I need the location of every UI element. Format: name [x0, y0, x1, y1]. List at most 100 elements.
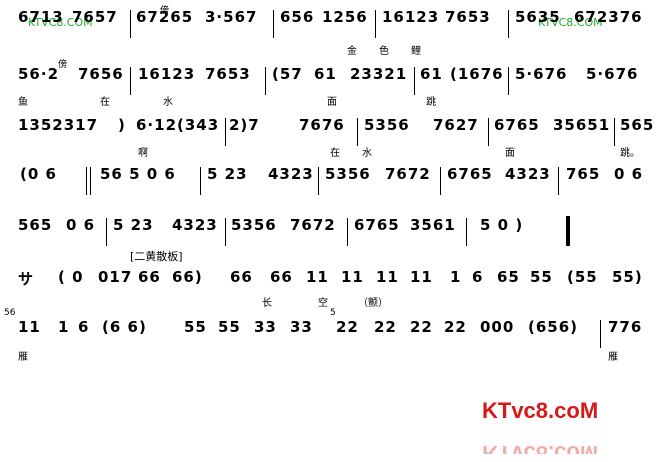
note-group: 5356	[325, 165, 371, 183]
note-group: 55)	[612, 268, 643, 286]
section-label: [二黄散板]	[130, 250, 183, 263]
lyric-char: 雁	[608, 352, 618, 363]
note-group: 656	[280, 8, 315, 26]
note-group: 3·567	[205, 8, 258, 26]
note-group: 6765	[494, 116, 540, 134]
ornament-marker: 傍	[58, 60, 68, 70]
note-group: 7627	[433, 116, 479, 134]
ktvc8-logo: KTvc8.coM KTvc8.coM	[482, 398, 598, 454]
note-group: 11	[376, 268, 399, 286]
note-group: 672376	[574, 8, 643, 26]
note-group: (55	[567, 268, 598, 286]
note-group: 776	[608, 318, 643, 336]
note-group: (57	[272, 65, 303, 83]
note-group: 7653	[205, 65, 251, 83]
note-group: 6713	[18, 8, 64, 26]
note-group: 565	[620, 116, 655, 134]
grace-note: 5	[330, 308, 336, 318]
note-group: )	[118, 116, 126, 134]
barline	[488, 118, 489, 146]
barline	[347, 218, 348, 246]
note-group: 6	[78, 318, 90, 336]
barline	[130, 10, 131, 38]
lyric-char: 鲤	[411, 46, 421, 57]
logo-text: KTvc8.coM	[482, 398, 598, 423]
note-group: 66	[138, 268, 161, 286]
note-group: 55	[530, 268, 553, 286]
barline	[414, 67, 415, 95]
lyric-char: 面	[327, 97, 337, 108]
barline	[225, 118, 226, 146]
note-group: 4323	[268, 165, 314, 183]
note-group: 1	[58, 318, 70, 336]
note-group: 22	[410, 318, 433, 336]
note-group: ( 0	[58, 268, 84, 286]
lyric-char: 长	[262, 298, 272, 309]
barline	[225, 218, 226, 246]
lyric-char: 水	[362, 148, 372, 159]
note-group: 017	[98, 268, 133, 286]
score-line-3: 1352317 ) 6·12(343 2)7 7676 5356 7627 67…	[0, 116, 661, 159]
note-group: 66	[270, 268, 293, 286]
barline	[508, 67, 509, 95]
note-group: 4323	[172, 216, 218, 234]
note-group: 1352317	[18, 116, 99, 134]
grace-note: 56	[4, 308, 16, 318]
lyric-char: 跳。	[620, 148, 640, 159]
note-group: 5 23	[207, 165, 248, 183]
note-group: 55	[184, 318, 207, 336]
note-group: (6 6)	[102, 318, 147, 336]
note-group: 22	[444, 318, 467, 336]
note-group: 0 6	[66, 216, 96, 234]
note-group: 65	[497, 268, 520, 286]
note-group: (656)	[528, 318, 579, 336]
barline	[200, 167, 201, 195]
barline	[130, 67, 131, 95]
lyric-char: 啊	[138, 148, 148, 159]
note-group: 5635	[515, 8, 561, 26]
note-group: 6765	[354, 216, 400, 234]
note-group: 0 6	[614, 165, 644, 183]
note-group: 5 0 )	[480, 216, 524, 234]
note-group: 000	[480, 318, 515, 336]
note-group: 4323	[505, 165, 551, 183]
note-group: 6	[472, 268, 484, 286]
barline	[466, 218, 467, 246]
note-group: 5356	[364, 116, 410, 134]
note-group: 5·676	[515, 65, 568, 83]
note-group: 7656	[78, 65, 124, 83]
note-group: 61	[314, 65, 337, 83]
lyric-note: （颤）	[358, 298, 388, 309]
barline	[440, 167, 441, 195]
score-line-7: 56 11 1 6 (6 6) 55 55 33 33 5 22 22 22 2…	[0, 308, 661, 363]
note-group: (0 6	[20, 165, 57, 183]
note-group: 56·2	[18, 65, 60, 83]
note-group: 11	[341, 268, 364, 286]
note-group: 16123	[138, 65, 196, 83]
barline	[106, 218, 107, 246]
note-group: 23321	[350, 65, 408, 83]
note-group: 5356	[231, 216, 277, 234]
note-group: 7672	[385, 165, 431, 183]
barline	[508, 10, 509, 38]
lyric-char: 在	[100, 97, 110, 108]
barline	[265, 67, 266, 95]
repeat-barline	[86, 167, 87, 195]
note-group: 565	[18, 216, 53, 234]
note-group: 6765	[447, 165, 493, 183]
score-line-5: 565 0 6 5 23 4323 5356 7672 6765 3561 5 …	[0, 216, 661, 256]
note-group: 6·12(343	[136, 116, 220, 134]
barline	[375, 10, 376, 38]
note-group: 56 5 0 6	[100, 165, 176, 183]
logo-reflection: KTvc8.coM	[482, 441, 598, 454]
score-line-4: (0 6 56 5 0 6 5 23 4323 5356 7672 6765 4…	[0, 165, 661, 205]
note-group: (1676	[450, 65, 504, 83]
note-group: 5 23	[113, 216, 154, 234]
note-group: 11	[18, 318, 41, 336]
ornament-marker: 傍	[160, 6, 170, 16]
barline	[600, 320, 601, 348]
note-group: 33	[290, 318, 313, 336]
barline	[318, 167, 319, 195]
score-line-6: サ ( 0 017 66 66) 66 66 11 11 11 11 1 6 6…	[0, 268, 661, 309]
note-group: 7672	[290, 216, 336, 234]
